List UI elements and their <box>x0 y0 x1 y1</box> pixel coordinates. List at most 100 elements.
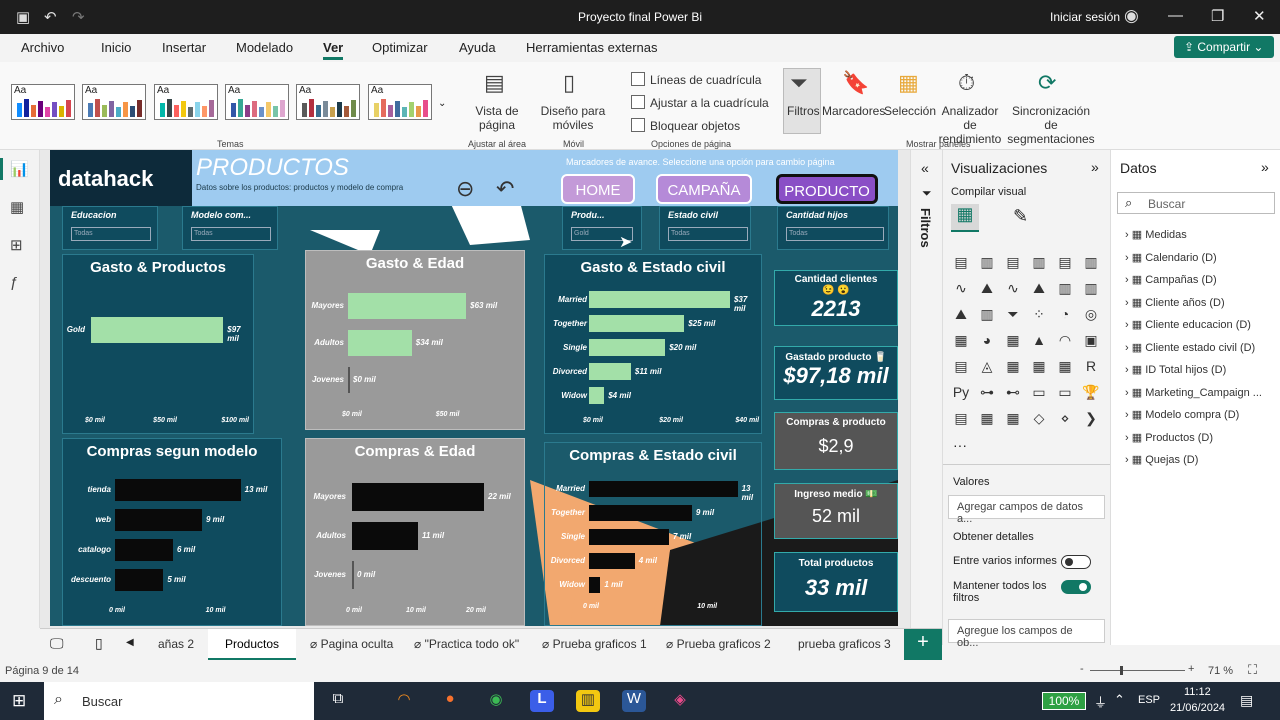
filters-pane-collapsed[interactable]: « ⏷ Filtros <box>910 150 942 628</box>
theme-option[interactable]: Aa <box>296 84 360 120</box>
data-table-item[interactable]: › ▦ Marketing_Campaign ... <box>1125 386 1262 399</box>
task-view-icon[interactable]: ⧉ <box>326 690 350 712</box>
data-collapse-icon[interactable]: » <box>1261 159 1269 175</box>
visual-type-icon[interactable]: R <box>1081 358 1101 378</box>
share-button[interactable]: ⇪ Compartir ⌄ <box>1174 36 1274 58</box>
bar[interactable] <box>115 569 164 591</box>
maximize-icon[interactable]: ❐ <box>1211 7 1224 25</box>
chart-compras-modelo[interactable]: Compras segun modelo tienda 13 mil web 9 mil… <box>62 438 282 626</box>
values-drop-zone[interactable]: Agregar campos de datos a... <box>948 495 1105 525</box>
prev-tab-icon[interactable]: ◀ <box>126 637 134 648</box>
bar[interactable] <box>352 483 484 511</box>
bar[interactable] <box>589 291 730 308</box>
visual-type-icon[interactable]: ∿ <box>951 280 971 300</box>
nav-campana-button[interactable]: CAMPAÑA <box>656 174 752 204</box>
bar[interactable] <box>589 363 631 380</box>
bar[interactable] <box>348 293 467 319</box>
tray-expand-icon[interactable]: ⌃ <box>1114 692 1125 708</box>
visual-type-icon[interactable]: ⏷ <box>1003 306 1023 326</box>
slicer-cantidad-hijos[interactable]: Cantidad hijos Todas <box>777 206 889 250</box>
expand-icon[interactable]: « <box>921 160 929 176</box>
menu-optimizar[interactable]: Optimizar <box>372 40 428 55</box>
visual-type-icon[interactable]: ❯ <box>1081 410 1101 430</box>
visual-type-icon[interactable]: ⋄ <box>1055 410 1075 430</box>
bar[interactable] <box>589 387 605 404</box>
bar[interactable] <box>115 509 202 531</box>
data-table-item[interactable]: › ▦ Modelo compra (D) <box>1125 408 1239 421</box>
tab-campanas-2[interactable]: añas 2 <box>158 637 194 651</box>
add-page-button[interactable]: + <box>904 629 942 660</box>
word-icon[interactable]: W <box>622 690 646 712</box>
slicer-estado-civil[interactable]: Estado civil Todas <box>659 206 751 250</box>
bar[interactable] <box>589 339 666 356</box>
visual-type-icon[interactable]: ▣ <box>1081 332 1101 352</box>
signin-link[interactable]: Iniciar sesión <box>1050 10 1120 24</box>
visual-type-icon[interactable]: ▤ <box>951 254 971 274</box>
zoom-out-icon[interactable]: - <box>1080 663 1084 675</box>
taskbar-search[interactable]: ⌕ Buscar <box>44 682 314 720</box>
visual-type-icon[interactable]: ▦ <box>1003 358 1023 378</box>
visual-type-icon[interactable]: ▭ <box>1029 384 1049 404</box>
theme-option[interactable]: Aa <box>225 84 289 120</box>
tab-prueba-2[interactable]: ⌀ Prueba graficos 2 <box>666 637 771 651</box>
zoom-in-icon[interactable]: + <box>1188 663 1194 675</box>
selection-button[interactable]: Selección <box>884 104 936 118</box>
close-icon[interactable]: ✕ <box>1253 7 1266 25</box>
bar[interactable] <box>115 479 241 501</box>
tab-productos[interactable]: Productos <box>208 629 296 661</box>
build-visual-tab-icon[interactable]: ▦ <box>951 204 979 232</box>
visual-type-icon[interactable]: ◕ <box>977 332 997 352</box>
chart-gasto-estado-civil[interactable]: Gasto & Estado civil Married $37 mil Togeth… <box>544 254 762 434</box>
bar[interactable] <box>352 561 354 589</box>
visual-type-icon[interactable]: ▦ <box>951 332 971 352</box>
tab-pagina-oculta[interactable]: ⌀ Pagina oculta <box>310 637 393 651</box>
battery-indicator[interactable]: 100% <box>1042 692 1086 710</box>
menu-insertar[interactable]: Insertar <box>162 40 206 55</box>
reset-icon[interactable]: ↶ <box>496 176 514 202</box>
visual-type-icon[interactable]: ⊶ <box>977 384 997 404</box>
bookmarks-button[interactable]: Marcadores <box>822 104 885 118</box>
visual-type-icon[interactable]: ▥ <box>1029 254 1049 274</box>
bar[interactable] <box>589 529 669 545</box>
model-view-icon[interactable]: ⊞ <box>10 236 23 254</box>
visual-type-icon[interactable]: ▦ <box>1003 332 1023 352</box>
theme-option[interactable]: Aa <box>368 84 432 120</box>
visual-type-icon[interactable]: ▤ <box>951 410 971 430</box>
data-table-item[interactable]: › ▦ Cliente estado civil (D) <box>1125 341 1255 354</box>
visual-type-icon[interactable]: ◔ <box>1055 306 1075 326</box>
visual-type-icon[interactable]: ▤ <box>1055 254 1075 274</box>
visual-type-icon[interactable]: ⁘ <box>1029 306 1049 326</box>
visual-type-icon[interactable]: ◠ <box>1055 332 1075 352</box>
keep-filters-toggle[interactable] <box>1061 580 1091 594</box>
cross-report-toggle[interactable] <box>1061 555 1091 569</box>
visual-type-icon[interactable]: ▥ <box>1081 254 1101 274</box>
language-indicator[interactable]: ESP <box>1138 694 1160 706</box>
visual-type-icon[interactable]: ▦ <box>1029 358 1049 378</box>
minimize-icon[interactable]: — <box>1168 7 1183 24</box>
windows-start-icon[interactable]: ⊞ <box>12 691 26 711</box>
menu-herramientas[interactable]: Herramientas externas <box>526 40 658 55</box>
menu-modelado[interactable]: Modelado <box>236 40 293 55</box>
mobile-layout-icon[interactable]: ▯ <box>95 635 103 652</box>
tab-prueba-3[interactable]: prueba graficos 3 <box>798 637 891 651</box>
launcher-icon[interactable]: L <box>530 690 554 712</box>
account-icon[interactable]: ◉ <box>1124 6 1139 26</box>
visual-type-icon[interactable]: ⛰ <box>1029 280 1049 300</box>
network-icon[interactable]: ⏚ <box>1094 692 1107 711</box>
bar[interactable] <box>589 505 692 521</box>
menu-ver[interactable]: Ver <box>323 40 344 60</box>
slicer-educacion[interactable]: Educacion Todas <box>62 206 158 250</box>
bar[interactable] <box>589 315 685 332</box>
desktop-layout-icon[interactable]: 🖵 <box>50 635 64 652</box>
visual-type-icon[interactable]: Py <box>951 384 971 404</box>
bar[interactable] <box>91 317 224 343</box>
data-table-item[interactable]: › ▦ Campañas (D) <box>1125 273 1217 286</box>
gridlines-checkbox[interactable] <box>631 72 645 86</box>
data-table-item[interactable]: › ▦ Productos (D) <box>1125 431 1213 444</box>
format-visual-tab-icon[interactable]: ✎ <box>1013 206 1028 227</box>
visual-type-icon[interactable]: ▥ <box>977 254 997 274</box>
report-page[interactable]: datahack PRODUCTOS Datos sobre los produ… <box>50 150 898 626</box>
data-table-item[interactable]: › ▦ Cliente años (D) <box>1125 296 1225 309</box>
notifications-icon[interactable]: ▤ <box>1240 692 1253 709</box>
visual-type-icon[interactable]: ▤ <box>1003 254 1023 274</box>
